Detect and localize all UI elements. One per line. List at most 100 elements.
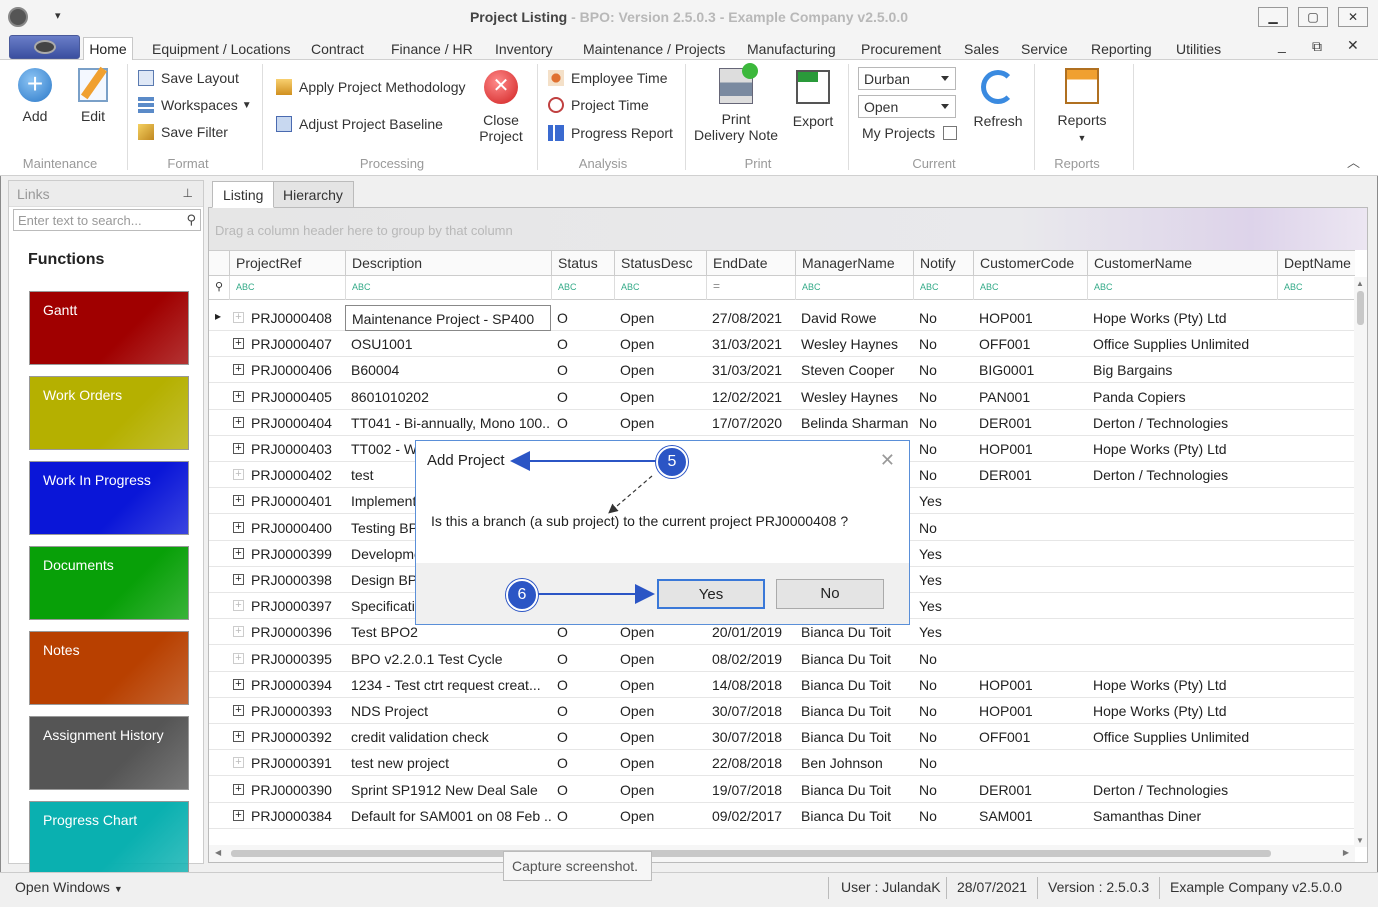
column-header-customername[interactable]: CustomerName [1087, 251, 1277, 276]
progress-report-button[interactable]: Progress Report [548, 125, 673, 141]
tab-listing[interactable]: Listing [212, 181, 275, 208]
expand-row-icon[interactable]: + [233, 312, 244, 323]
my-projects-checkbox[interactable] [943, 126, 958, 140]
save-layout-button[interactable]: Save Layout [138, 70, 239, 86]
minimize-button[interactable]: ▁ [1258, 7, 1288, 27]
refresh-button[interactable]: Refresh [970, 70, 1026, 129]
tile-gantt[interactable]: Gantt [29, 291, 189, 365]
tile-work-in-progress[interactable]: Work In Progress [29, 461, 189, 535]
filter-cell-status[interactable]: ABC [551, 276, 614, 300]
table-row[interactable]: + PRJ0000390 Sprint SP1912 New Deal Sale O O… [209, 777, 1355, 803]
tile-work-orders[interactable]: Work Orders [29, 376, 189, 450]
tab-home[interactable]: Home [83, 37, 133, 61]
cell-projectref[interactable]: PRJ0000402 [245, 462, 345, 488]
workspaces-button[interactable]: Workspaces ▼ [138, 97, 252, 113]
cell-projectref[interactable]: PRJ0000390 [245, 777, 345, 803]
search-icon[interactable]: ⚲ [186, 212, 196, 228]
cell-projectref[interactable]: PRJ0000405 [245, 384, 345, 410]
table-row[interactable]: + PRJ0000384 Default for SAM001 on 08 Feb … [209, 803, 1355, 829]
filter-cell-deptname[interactable]: ABC [1277, 276, 1357, 300]
apply-project-methodology-button[interactable]: Apply Project Methodology [276, 79, 466, 95]
expand-row-icon[interactable]: + [233, 731, 244, 743]
cell-description[interactable]: BPO v2.2.0.1 Test Cycle [345, 646, 551, 672]
app-menu-button[interactable] [9, 35, 80, 59]
cell-description[interactable]: 1234 - Test ctrt request creat... [345, 672, 551, 698]
cell-projectref[interactable]: PRJ0000392 [245, 724, 345, 750]
horizontal-scrollbar[interactable]: ◀ ▶ [209, 845, 1355, 862]
expand-row-icon[interactable]: + [233, 705, 244, 716]
cell-description[interactable]: credit validation check [345, 724, 551, 750]
cell-description[interactable]: 8601010202 [345, 384, 551, 410]
cell-description[interactable]: Default for SAM001 on 08 Feb ... [345, 803, 551, 829]
add-button[interactable]: + Add [12, 68, 58, 124]
cell-projectref[interactable]: PRJ0000403 [245, 436, 345, 462]
column-header-managername[interactable]: ManagerName [795, 251, 913, 276]
tab-procurement[interactable]: Procurement [861, 41, 941, 57]
expand-row-icon[interactable]: + [233, 443, 244, 454]
cell-description[interactable]: NDS Project [345, 698, 551, 724]
tab-inventory[interactable]: Inventory [495, 41, 553, 57]
group-by-panel[interactable]: Drag a column header here to group by th… [209, 208, 1367, 250]
expand-row-icon[interactable]: + [233, 626, 244, 638]
tab-manufacturing[interactable]: Manufacturing [747, 41, 836, 57]
print-delivery-note-button[interactable]: Print Delivery Note [692, 63, 780, 143]
expand-row-icon[interactable]: + [233, 364, 244, 376]
cell-projectref[interactable]: PRJ0000407 [245, 331, 345, 357]
links-search-input[interactable]: Enter text to search... ⚲ [13, 209, 201, 231]
filter-cell-customercode[interactable]: ABC [973, 276, 1087, 300]
tab-service[interactable]: Service [1021, 41, 1068, 57]
expand-row-icon[interactable]: + [233, 495, 244, 507]
cell-projectref[interactable]: PRJ0000395 [245, 646, 345, 672]
table-row[interactable]: ▸ + PRJ0000408 Maintenance Project - SP400 O… [209, 305, 1355, 331]
expand-row-icon[interactable]: + [233, 338, 244, 350]
table-row[interactable]: + PRJ0000407 OSU1001 O Open 31/03/2021 Wesley … [209, 331, 1355, 358]
cell-projectref[interactable]: PRJ0000391 [245, 750, 345, 776]
table-row[interactable]: + PRJ0000405 8601010202 O Open 12/02/2021 Wesl… [209, 384, 1355, 410]
collapse-ribbon-icon[interactable]: ︿ [1347, 152, 1360, 171]
reports-button[interactable]: Reports ▼ [1052, 68, 1112, 146]
filter-cell-notify[interactable]: ABC [913, 276, 973, 300]
expand-row-icon[interactable]: + [233, 416, 244, 428]
expand-row-icon[interactable]: + [233, 652, 244, 664]
adjust-project-baseline-button[interactable]: Adjust Project Baseline [276, 116, 443, 132]
cell-projectref[interactable]: PRJ0000406 [245, 357, 345, 383]
expand-row-icon[interactable]: + [233, 574, 244, 585]
employee-time-button[interactable]: Employee Time [548, 70, 667, 86]
filter-cell-description[interactable]: ABC [345, 276, 551, 300]
branch-combo[interactable]: Durban [858, 67, 956, 90]
mdi-minimize-icon[interactable]: _ [1278, 37, 1286, 53]
export-button[interactable]: Export [789, 70, 837, 129]
tab-hierarchy[interactable]: Hierarchy [272, 181, 354, 208]
expand-row-icon[interactable]: + [233, 390, 244, 402]
filter-cell-enddate[interactable]: = [706, 276, 795, 300]
cell-description[interactable]: Maintenance Project - SP400 [345, 305, 551, 331]
column-header-customercode[interactable]: CustomerCode [973, 251, 1087, 276]
expand-row-icon[interactable]: + [233, 600, 244, 612]
cell-description[interactable]: B60004 [345, 357, 551, 383]
maximize-button[interactable]: ▢ [1298, 7, 1328, 27]
close-window-button[interactable]: ✕ [1338, 7, 1368, 27]
cell-projectref[interactable]: PRJ0000398 [245, 567, 345, 593]
cell-projectref[interactable]: PRJ0000394 [245, 672, 345, 698]
expand-row-icon[interactable]: + [233, 521, 244, 533]
cell-projectref[interactable]: PRJ0000384 [245, 803, 345, 829]
status-combo[interactable]: Open [858, 95, 956, 118]
mdi-close-icon[interactable]: ✕ [1347, 37, 1359, 54]
expand-row-icon[interactable]: + [233, 678, 244, 690]
table-row[interactable]: + PRJ0000391 test new project O Open 22/08/20… [209, 750, 1355, 777]
vertical-scrollbar[interactable]: ▲ ▼ [1354, 277, 1367, 847]
scroll-down-icon[interactable]: ▼ [1356, 836, 1364, 845]
table-row[interactable]: + PRJ0000404 TT041 - Bi-annually, Mono 100… [209, 410, 1355, 436]
edit-button[interactable]: Edit [70, 66, 116, 124]
expand-row-icon[interactable]: + [233, 547, 244, 559]
cell-projectref[interactable]: PRJ0000408 [245, 305, 345, 331]
filter-cell-statusdesc[interactable]: ABC [614, 276, 706, 300]
expand-row-icon[interactable]: + [233, 757, 244, 769]
project-time-button[interactable]: Project Time [548, 97, 649, 113]
no-button[interactable]: No [776, 579, 884, 609]
cell-projectref[interactable]: PRJ0000399 [245, 541, 345, 567]
open-windows-button[interactable]: Open Windows ▼ [15, 879, 123, 895]
tab-maintenance-projects[interactable]: Maintenance / Projects [583, 41, 725, 57]
table-row[interactable]: + PRJ0000393 NDS Project O Open 30/07/2018 Bia… [209, 698, 1355, 724]
cell-description[interactable]: OSU1001 [345, 331, 551, 357]
